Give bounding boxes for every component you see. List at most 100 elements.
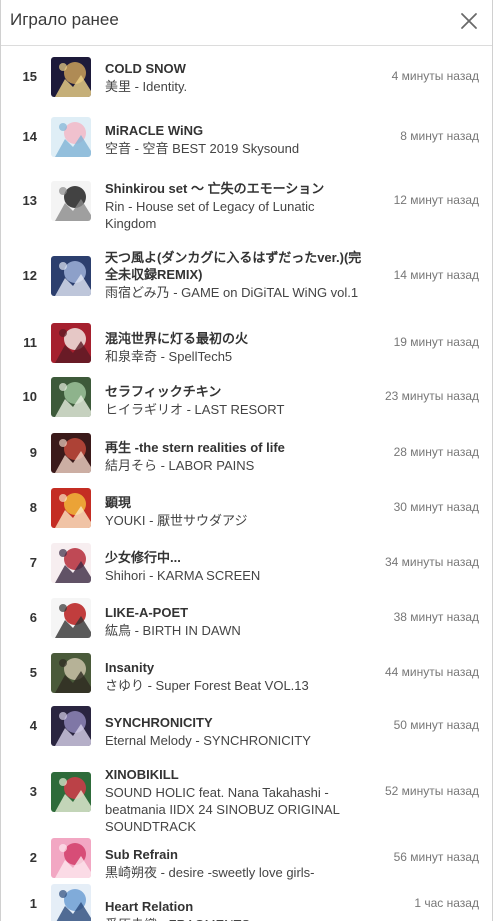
played-time: 12 минут назад xyxy=(393,192,479,207)
track-artist-album: 黒崎朔夜 - desire -sweetly love girls- xyxy=(105,865,315,880)
album-cover xyxy=(51,432,91,473)
album-cover xyxy=(51,117,91,157)
track-title[interactable]: XINOBIKILL xyxy=(105,766,367,783)
track-row[interactable]: 8 顕現 YOUKI - 厭世サウダアジ 30 минут назад xyxy=(1,480,492,535)
track-info: Heart Relation愛原圭織 - FRAGMENTS xyxy=(105,898,367,921)
track-title[interactable]: MiRACLE WiNG xyxy=(105,122,367,139)
played-time: 19 минут назад xyxy=(393,334,479,349)
track-title[interactable]: 再生 -the stern realities of life xyxy=(105,439,367,456)
track-title[interactable]: 混沌世界に灯る最初の火 xyxy=(105,330,367,347)
album-cover xyxy=(51,255,91,296)
album-cover xyxy=(51,884,91,921)
played-time: 8 минут назад xyxy=(400,129,479,143)
track-artist-album: YOUKI - 厭世サウダアジ xyxy=(105,513,248,528)
track-info: Sub Refrain 黒崎朔夜 - desire -sweetly love g… xyxy=(105,846,367,881)
track-number: 7 xyxy=(29,554,37,570)
track-number: 11 xyxy=(23,334,37,350)
track-info: 顕現 YOUKI - 厭世サウダアジ xyxy=(105,494,367,529)
track-artist-album: 結月そら - LABOR PAINS xyxy=(105,458,255,473)
track-number: 2 xyxy=(29,850,37,865)
track-row[interactable]: 5 Insanity さゆり - Super Forest Beat VOL.13 4… xyxy=(1,645,492,700)
track-number: 12 xyxy=(22,267,37,283)
track-row[interactable]: 1 Heart Relation愛原圭織 - FRAGMENTS 1 час наз… xyxy=(1,884,492,921)
track-row[interactable]: 12 天つ風よ(ダンカグに入るはずだったver.)(完全未収録REMIX) 雨宿どみ… xyxy=(1,235,492,316)
track-title[interactable]: 少女修行中... xyxy=(105,549,367,566)
track-info: 天つ風よ(ダンカグに入るはずだったver.)(完全未収録REMIX) 雨宿どみ乃 … xyxy=(105,249,367,301)
track-title[interactable]: Sub Refrain xyxy=(105,846,367,863)
track-title[interactable]: Shinkirou set ～ 亡失のエモーション xyxy=(105,180,367,197)
track-info: 混沌世界に灯る最初の火 和泉幸奇 - SpellTech5 xyxy=(105,330,367,365)
track-info: LIKE-A-POET 紘鳥 - BIRTH IN DAWN xyxy=(105,604,367,639)
album-cover xyxy=(51,487,91,528)
track-artist-album: さゆり - Super Forest Beat VOL.13 xyxy=(105,678,309,693)
played-time: 56 минут назад xyxy=(393,850,479,864)
track-number: 9 xyxy=(29,444,37,460)
track-row[interactable]: 13 Shinkirou set ～ 亡失のエモーション Rin - House s… xyxy=(1,166,492,235)
track-artist-album: 紘鳥 - BIRTH IN DAWN xyxy=(105,623,241,638)
album-cover xyxy=(51,180,91,221)
track-number: 3 xyxy=(29,784,37,799)
track-artist-album: 美里 - Identity. xyxy=(105,79,188,94)
track-row[interactable]: 11 混沌世界に灯る最初の火 和泉幸奇 - SpellTech5 19 минут н… xyxy=(1,316,492,369)
album-cover xyxy=(51,706,91,746)
track-number: 10 xyxy=(22,389,37,404)
panel-title: Играло ранее xyxy=(10,10,119,29)
track-info: SYNCHRONICITY Eternal Melody - SYNCHRONIC… xyxy=(105,714,367,749)
track-row[interactable]: 4 SYNCHRONICITY Eternal Melody - SYNCHRONI… xyxy=(1,700,492,752)
track-row[interactable]: 7 少女修行中... Shihori - KARMA SCREEN 34 минуты… xyxy=(1,535,492,590)
track-artist-album: 空音 - 空音 BEST 2019 Skysound xyxy=(105,141,300,156)
track-artist-album: 雨宿どみ乃 - GAME on DiGiTAL WiNG vol.1 xyxy=(105,285,359,300)
album-cover xyxy=(51,322,91,363)
track-info: Insanity さゆり - Super Forest Beat VOL.13 xyxy=(105,659,367,694)
track-title[interactable]: COLD SNOW xyxy=(105,60,367,77)
played-time: 44 минуты назад xyxy=(384,664,479,679)
track-number: 8 xyxy=(29,499,37,515)
track-row[interactable]: 3 XINOBIKILL SOUND HOLIC feat. Nana Takaha… xyxy=(1,752,492,835)
track-number: 1 xyxy=(29,896,37,911)
track-info: セラフィックチキン ヒイラギリオ - LAST RESORT xyxy=(105,383,367,418)
track-title[interactable]: 天つ風よ(ダンカグに入るはずだったver.)(完全未収録REMIX) xyxy=(105,249,367,283)
track-info: MiRACLE WiNG 空音 - 空音 BEST 2019 Skysound xyxy=(105,122,367,157)
played-time: 4 минуты назад xyxy=(391,69,479,83)
track-artist-album: Shihori - KARMA SCREEN xyxy=(105,568,261,583)
album-cover xyxy=(51,652,91,693)
track-artist-album: 愛原圭織 - FRAGMENTS xyxy=(105,916,367,921)
played-time: 30 минут назад xyxy=(393,499,479,514)
track-title[interactable]: Insanity xyxy=(105,659,367,676)
track-info: 再生 -the stern realities of life 結月そら - LA… xyxy=(105,439,367,474)
album-cover xyxy=(51,772,91,812)
played-time: 34 минуты назад xyxy=(384,554,479,569)
track-title[interactable]: SYNCHRONICITY xyxy=(105,714,367,731)
track-artist-album: Rin - House set of Legacy of Lunatic Kin… xyxy=(105,199,315,231)
track-number: 14 xyxy=(22,129,37,144)
track-artist-album: Eternal Melody - SYNCHRONICITY xyxy=(105,733,311,748)
track-info: XINOBIKILL SOUND HOLIC feat. Nana Takahas… xyxy=(105,766,367,835)
track-row[interactable]: 10 セラフィックチキン ヒイラギリオ - LAST RESORT 23 минуты… xyxy=(1,369,492,425)
panel-header: Играло ранее xyxy=(1,0,492,46)
played-time: 52 минуты назад xyxy=(384,784,479,798)
played-time: 50 минут назад xyxy=(393,718,479,732)
album-cover xyxy=(51,838,91,878)
track-artist-album: SOUND HOLIC feat. Nana Takahashi - beatm… xyxy=(105,785,340,834)
track-title[interactable]: Heart Relation xyxy=(105,898,367,915)
track-row[interactable]: 15 COLD SNOW 美里 - Identity. 4 минуты назад xyxy=(1,46,492,108)
album-cover xyxy=(51,542,91,583)
track-row[interactable]: 6 LIKE-A-POET 紘鳥 - BIRTH IN DAWN 38 минут н… xyxy=(1,590,492,645)
track-artist-album: ヒイラギリオ - LAST RESORT xyxy=(105,402,285,417)
recently-played-panel: Играло ранее 15 COLD SNOW 美里 - Identity. 4 … xyxy=(0,0,493,921)
track-row[interactable]: 9 再生 -the stern realities of life 結月そら - L… xyxy=(1,425,492,480)
track-artist-album: 和泉幸奇 - SpellTech5 xyxy=(105,349,233,364)
track-info: COLD SNOW 美里 - Identity. xyxy=(105,60,367,95)
track-info: 少女修行中... Shihori - KARMA SCREEN xyxy=(105,549,367,584)
track-row[interactable]: 2 Sub Refrain 黒崎朔夜 - desire -sweetly love … xyxy=(1,832,492,884)
played-time: 38 минут назад xyxy=(393,609,479,624)
track-info: Shinkirou set ～ 亡失のエモーション Rin - House set… xyxy=(105,180,367,232)
track-number: 6 xyxy=(29,609,37,625)
track-title[interactable]: セラフィックチキン xyxy=(105,383,367,400)
played-time: 28 минут назад xyxy=(393,444,479,459)
track-row[interactable]: 14 MiRACLE WiNG 空音 - 空音 BEST 2019 Skysound… xyxy=(1,108,492,166)
close-icon[interactable] xyxy=(457,9,481,33)
track-title[interactable]: LIKE-A-POET xyxy=(105,604,367,621)
album-cover xyxy=(51,377,91,417)
track-title[interactable]: 顕現 xyxy=(105,494,367,511)
